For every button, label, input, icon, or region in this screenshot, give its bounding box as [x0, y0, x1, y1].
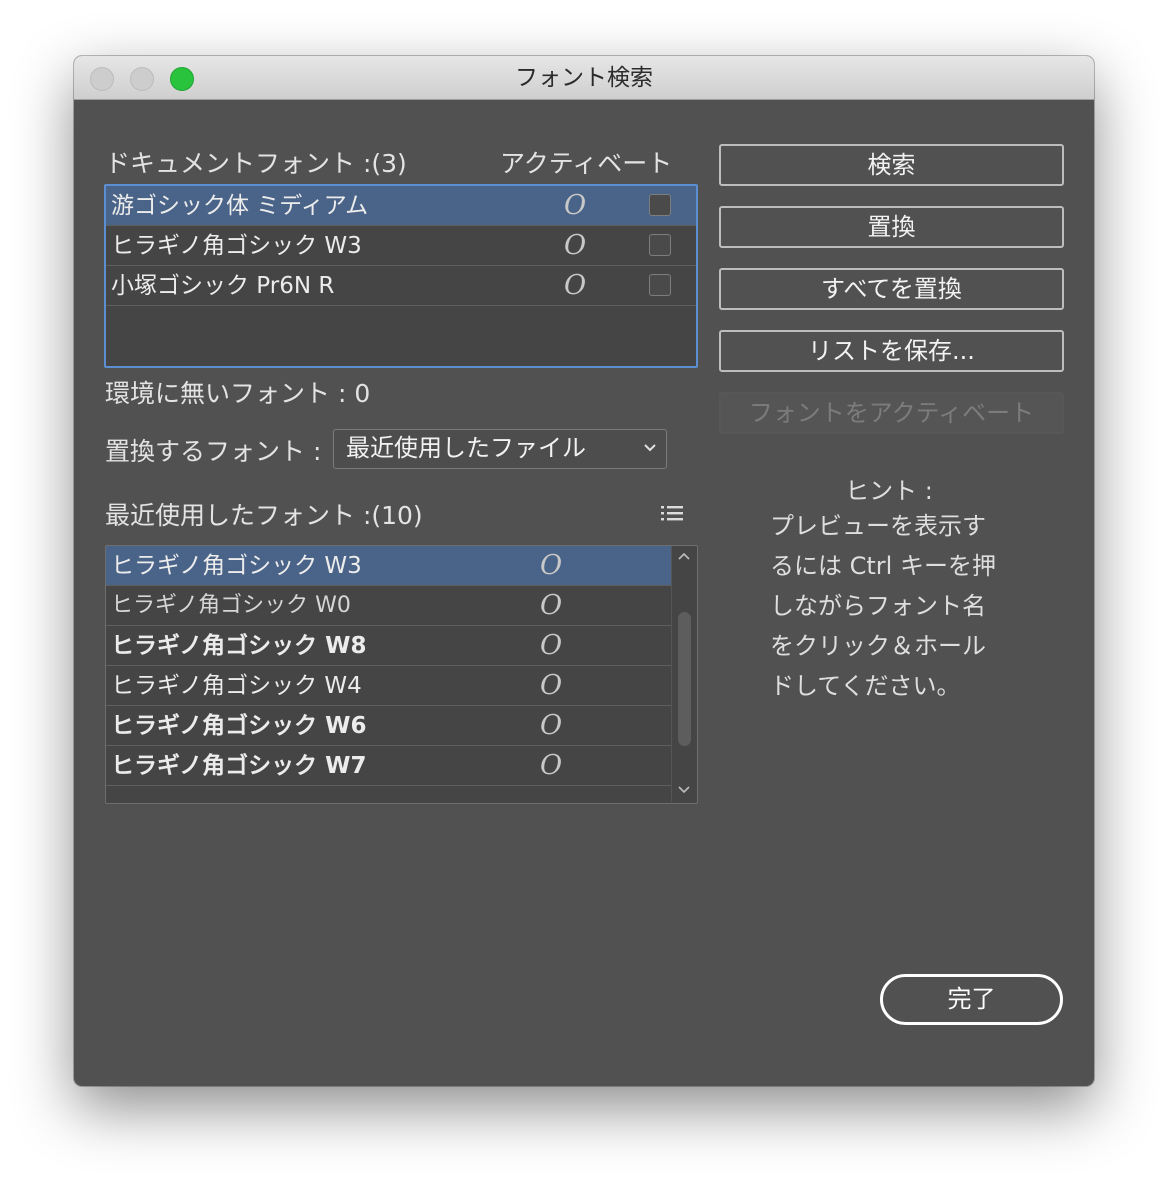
font-name: ヒラギノ角ゴシック W3	[111, 233, 362, 259]
window-title: フォント検索	[515, 65, 653, 91]
hint-body: プレビューを表示するには Ctrl キーを押しながらフォント名をクリック＆ホール…	[770, 512, 996, 700]
opentype-icon: O	[540, 590, 563, 621]
opentype-icon: O	[564, 270, 587, 301]
opentype-icon: O	[540, 630, 563, 661]
search-button[interactable]: 検索	[719, 144, 1064, 186]
done-button[interactable]: 完了	[880, 974, 1063, 1025]
recent-font-row-partial[interactable]	[106, 786, 671, 803]
replace-button[interactable]: 置換	[719, 206, 1064, 248]
hint-panel: ヒント : プレビューを表示するには Ctrl キーを押しながらフォント名をクリ…	[770, 476, 1008, 706]
scroll-up-arrow-icon[interactable]	[677, 550, 691, 562]
opentype-icon: O	[540, 670, 563, 701]
opentype-icon: O	[540, 750, 563, 781]
font-name: ヒラギノ角ゴシック W6	[111, 713, 367, 739]
missing-fonts-label: 環境に無いフォント : 0	[105, 379, 371, 408]
document-font-row[interactable]: 小塚ゴシック Pr6N R O	[106, 266, 696, 306]
activate-font-button[interactable]: フォントをアクティベート	[719, 392, 1064, 434]
opentype-icon: O	[540, 710, 563, 741]
font-name: ヒラギノ角ゴシック W3	[111, 553, 362, 579]
font-name: ヒラギノ角ゴシック W8	[111, 633, 367, 659]
find-font-dialog: フォント検索 ドキュメントフォント :(3) アクティベート 游ゴシック体 ミデ…	[74, 56, 1094, 1086]
recent-font-row[interactable]: ヒラギノ角ゴシック W4 O	[106, 666, 671, 706]
recent-font-row[interactable]: ヒラギノ角ゴシック W6 O	[106, 706, 671, 746]
font-name: ヒラギノ角ゴシック W7	[111, 753, 367, 779]
activate-checkbox[interactable]	[649, 234, 671, 256]
document-font-row[interactable]: 游ゴシック体 ミディアム O	[106, 186, 696, 226]
recent-font-row[interactable]: ヒラギノ角ゴシック W0 O	[106, 586, 671, 626]
recent-fonts-list[interactable]: ヒラギノ角ゴシック W3 O ヒラギノ角ゴシック W0 O ヒラギノ角ゴシック …	[105, 545, 698, 804]
activate-checkbox[interactable]	[649, 274, 671, 296]
recent-font-row[interactable]: ヒラギノ角ゴシック W7 O	[106, 746, 671, 786]
opentype-icon: O	[564, 230, 587, 261]
recent-fonts-scrollbar[interactable]	[671, 546, 696, 802]
document-font-row[interactable]: ヒラギノ角ゴシック W3 O	[106, 226, 696, 266]
dropdown-value: 最近使用したファイル	[346, 434, 586, 462]
recent-fonts-header: 最近使用したフォント :(10)	[105, 501, 423, 530]
hint-title: ヒント :	[845, 477, 933, 505]
activate-column-header: アクティベート	[500, 149, 673, 178]
title-bar: フォント検索	[74, 56, 1094, 100]
opentype-icon: O	[564, 190, 587, 221]
opentype-icon: O	[540, 550, 563, 581]
list-icon[interactable]	[660, 503, 684, 523]
font-name: ヒラギノ角ゴシック W4	[111, 673, 362, 699]
save-list-button[interactable]: リストを保存...	[719, 330, 1064, 372]
chevron-down-icon	[644, 444, 656, 452]
scroll-down-arrow-icon[interactable]	[677, 784, 691, 796]
font-name: 小塚ゴシック Pr6N R	[111, 273, 335, 299]
replace-with-label: 置換するフォント :	[105, 437, 322, 466]
font-name: 游ゴシック体 ミディアム	[111, 193, 369, 219]
recent-font-row[interactable]: ヒラギノ角ゴシック W8 O	[106, 626, 671, 666]
activate-checkbox[interactable]	[649, 194, 671, 216]
font-name: ヒラギノ角ゴシック W0	[111, 593, 351, 618]
document-fonts-list[interactable]: 游ゴシック体 ミディアム O ヒラギノ角ゴシック W3 O 小塚ゴシック Pr6…	[104, 184, 698, 368]
replace-all-button[interactable]: すべてを置換	[719, 268, 1064, 310]
replace-source-dropdown[interactable]: 最近使用したファイル	[333, 429, 667, 469]
document-fonts-header: ドキュメントフォント :(3)	[105, 149, 407, 178]
scrollbar-thumb[interactable]	[678, 612, 691, 746]
recent-font-row[interactable]: ヒラギノ角ゴシック W3 O	[106, 546, 671, 586]
